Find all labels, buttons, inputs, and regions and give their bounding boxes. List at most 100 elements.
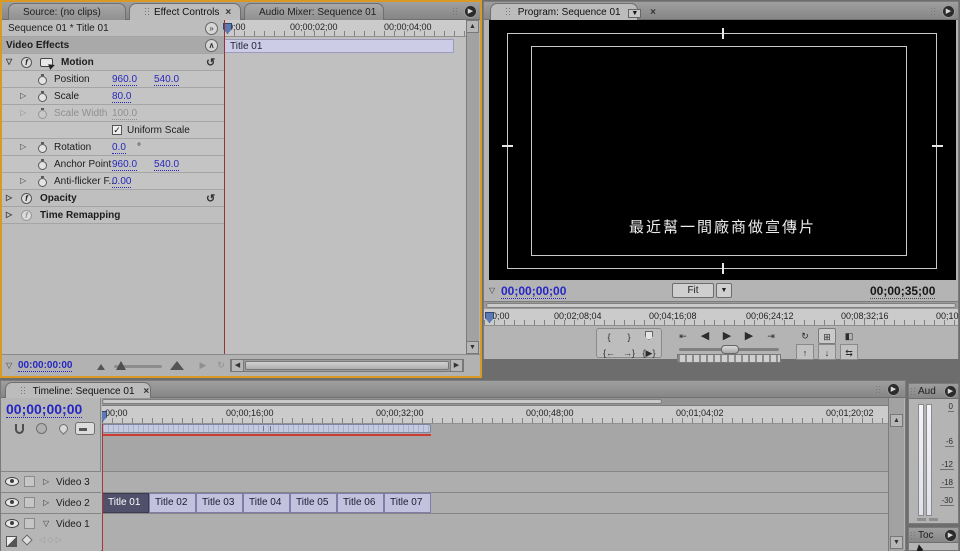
clip-title-01[interactable]: Title 01: [102, 493, 149, 513]
close-icon[interactable]: ×: [143, 386, 149, 397]
twirl-closed-icon[interactable]: ▷: [20, 176, 26, 185]
program-view-scrollbar[interactable]: [484, 301, 958, 309]
ec-horizontal-scrollbar[interactable]: ◀ ▶: [230, 359, 464, 372]
loop-button[interactable]: ↻: [796, 328, 814, 344]
stopwatch-icon[interactable]: [38, 144, 47, 153]
set-out-point-button[interactable]: }: [620, 329, 638, 345]
zoom-in-icon[interactable]: [170, 361, 184, 370]
view-scroll-thumb[interactable]: [486, 303, 956, 308]
tab-program[interactable]: Program: Sequence 01 ▼ ×: [490, 3, 638, 20]
tab-grip[interactable]: [20, 386, 27, 395]
solo-left-button[interactable]: [917, 518, 926, 521]
reset-effect-icon[interactable]: ↺: [206, 192, 215, 205]
program-video-frame[interactable]: 最近幫一間廠商做宣傳片: [489, 20, 956, 280]
twirl-closed-icon[interactable]: ▷: [6, 193, 12, 202]
step-forward-button[interactable]: ▶: [740, 328, 758, 344]
play-toggle-icon[interactable]: ▶: [194, 357, 212, 373]
program-ruler[interactable]: 0;00 00;02;08;04 00;04;16;08 00;06;24;12…: [484, 309, 958, 326]
play-in-to-out-button[interactable]: {▶}: [640, 345, 658, 361]
close-icon[interactable]: ×: [225, 7, 231, 18]
twirl-closed-icon[interactable]: ▷: [43, 477, 49, 486]
toggle-track-lock-icon[interactable]: [24, 476, 35, 487]
timeline-display-toggle[interactable]: [75, 422, 95, 435]
step-back-button[interactable]: ◀: [696, 328, 714, 344]
scroll-down-icon[interactable]: ▼: [466, 341, 479, 354]
jog-disk[interactable]: [677, 354, 781, 363]
position-x-value[interactable]: 960.0: [112, 74, 137, 86]
clip-title-04[interactable]: Title 04: [243, 493, 290, 513]
tab-timeline[interactable]: Timeline: Sequence 01 ×: [5, 382, 151, 398]
stopwatch-icon[interactable]: [38, 178, 47, 187]
set-unnumbered-marker-icon[interactable]: [57, 422, 70, 435]
toggle-track-output-icon[interactable]: [5, 477, 19, 486]
ec-timecode[interactable]: 00:00:00:00: [18, 360, 72, 372]
zoom-slider-thumb[interactable]: [116, 361, 126, 370]
video3-track[interactable]: [102, 471, 889, 492]
play-button[interactable]: ▶: [718, 328, 736, 344]
lift-button[interactable]: ↑: [796, 344, 814, 360]
anchor-x-value[interactable]: 960.0: [112, 159, 137, 171]
timeline-cti-line[interactable]: [102, 424, 103, 551]
fx-enabled-icon[interactable]: f: [21, 57, 32, 68]
clip-title-02[interactable]: Title 02: [149, 493, 196, 513]
clip-title-07[interactable]: Title 07: [384, 493, 431, 513]
ec-cti-line[interactable]: [224, 20, 225, 354]
output-button[interactable]: ◧: [840, 328, 858, 344]
panel-menu-icon[interactable]: ▶: [942, 5, 955, 18]
zoom-level-select[interactable]: Fit: [672, 283, 714, 298]
scroll-left-icon[interactable]: ◀: [231, 359, 244, 372]
toggle-track-output-icon[interactable]: [5, 498, 19, 507]
keyframe-toggle-icon[interactable]: [21, 534, 32, 545]
tab-grip[interactable]: [505, 7, 512, 16]
loop-toggle-icon[interactable]: ↻: [212, 357, 230, 373]
toggle-track-lock-icon[interactable]: [24, 497, 35, 508]
work-area-grip[interactable]: [263, 426, 271, 431]
tab-audio-mixer[interactable]: Audio Mixer: Sequence 01: [244, 3, 384, 20]
twirl-open-icon[interactable]: ▽: [6, 57, 12, 66]
panel-menu-icon[interactable]: ▶: [464, 5, 477, 18]
view-scroll-thumb[interactable]: [102, 399, 662, 404]
twirl-closed-icon[interactable]: ▷: [20, 108, 26, 117]
set-in-point-button[interactable]: {: [600, 329, 618, 345]
twirl-open-icon[interactable]: ▽: [6, 361, 12, 370]
twirl-closed-icon[interactable]: ▷: [20, 91, 26, 100]
go-to-in-button[interactable]: {←: [600, 345, 618, 361]
scroll-down-icon[interactable]: ▼: [890, 536, 903, 549]
anchor-y-value[interactable]: 540.0: [154, 159, 179, 171]
shuttle-thumb[interactable]: [721, 345, 739, 354]
timeline-timecode[interactable]: 00;00;00;00: [6, 401, 82, 418]
ec-zoom-slider[interactable]: [114, 365, 162, 368]
tab-grip[interactable]: [910, 531, 917, 540]
video1-track[interactable]: [102, 513, 889, 551]
snap-toggle-icon[interactable]: [15, 424, 24, 434]
position-y-value[interactable]: 540.0: [154, 74, 179, 86]
solo-right-button[interactable]: [929, 518, 938, 521]
panel-menu-icon[interactable]: ▶: [944, 385, 957, 398]
stopwatch-icon[interactable]: [38, 76, 47, 85]
video2-track[interactable]: Title 01 Title 02 Title 03 Title 04 Titl…: [102, 492, 889, 513]
toggle-track-output-icon[interactable]: [5, 519, 19, 528]
selection-tool-icon[interactable]: [915, 544, 924, 551]
set-encore-chapter-marker-icon[interactable]: [36, 423, 47, 434]
ec-mini-ruler[interactable]: 0;00 00;00;02;00 00;00;04;00: [224, 20, 466, 37]
twirl-open-icon[interactable]: ▽: [489, 286, 495, 295]
reset-effect-icon[interactable]: ↺: [206, 56, 215, 69]
ec-vertical-scrollbar[interactable]: ▲ ▼: [466, 20, 479, 354]
scroll-up-icon[interactable]: ▲: [890, 414, 903, 427]
program-timecode[interactable]: 00;00;00;00: [501, 284, 566, 299]
clip-title-06[interactable]: Title 06: [337, 493, 384, 513]
twirl-open-icon[interactable]: ▽: [43, 519, 49, 528]
fx-enabled-icon[interactable]: f: [21, 193, 32, 204]
timeline-vertical-scrollbar[interactable]: ▲ ▼: [888, 398, 904, 551]
go-to-next-edit-button[interactable]: ⇥: [762, 328, 780, 344]
panel-menu-icon[interactable]: ▶: [944, 529, 957, 542]
scale-value[interactable]: 80.0: [112, 91, 131, 103]
tab-grip[interactable]: [910, 387, 917, 396]
clip-title-05[interactable]: Title 05: [290, 493, 337, 513]
tab-grip[interactable]: [144, 7, 151, 16]
rotation-value[interactable]: 0.0: [112, 142, 126, 154]
stopwatch-icon[interactable]: [38, 93, 47, 102]
set-marker-icon[interactable]: [640, 329, 658, 345]
go-to-previous-edit-button[interactable]: ⇤: [674, 328, 692, 344]
collapse-section-icon[interactable]: ∧: [205, 39, 218, 52]
